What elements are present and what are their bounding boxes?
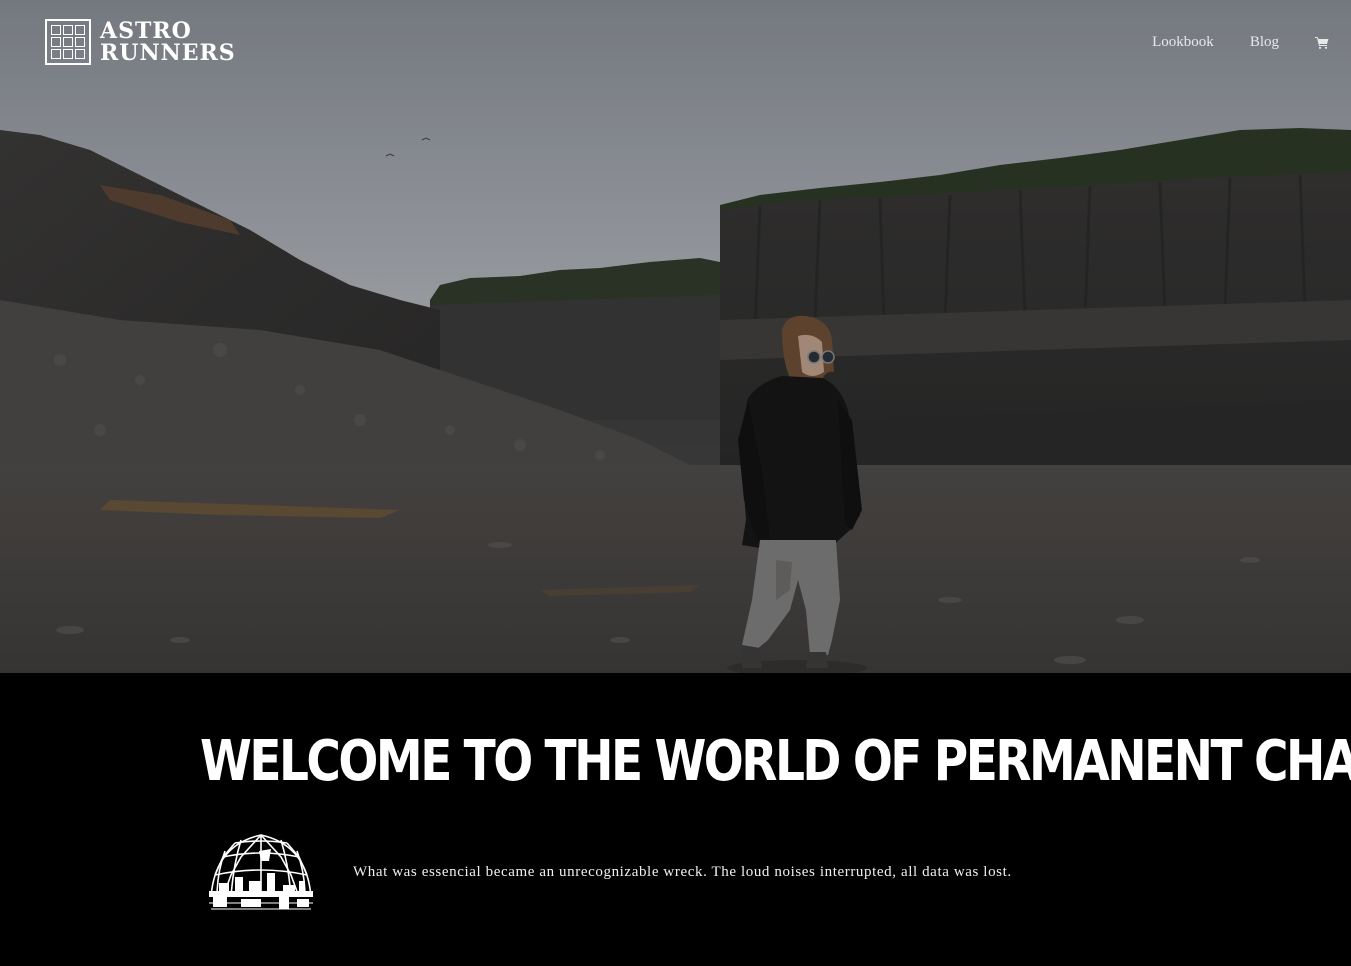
page: ASTRO RUNNERS Lookbook Blog Welcome to t… (0, 0, 1351, 966)
nav-link-lookbook[interactable]: Lookbook (1152, 34, 1214, 51)
grid-window-icon (45, 19, 91, 65)
brand-logo-link[interactable]: ASTRO RUNNERS (45, 19, 236, 65)
nav-link-blog[interactable]: Blog (1250, 34, 1279, 51)
main-nav: Lookbook Blog (1152, 34, 1329, 51)
hero-section: ASTRO RUNNERS Lookbook Blog (0, 0, 1351, 673)
brand-line-1: ASTRO (100, 18, 192, 44)
cart-button[interactable] (1315, 36, 1329, 49)
hero-image (0, 0, 1351, 673)
page-headline: Welcome to the world of permanent change (200, 729, 1351, 794)
intro-section: Welcome to the world of permanent change (0, 673, 1351, 966)
shopping-cart-icon (1315, 37, 1329, 49)
geodesic-dome-icon (209, 834, 313, 910)
intro-text: What was essencial became an unrecogniza… (353, 864, 1012, 880)
brand-line-2: RUNNERS (100, 40, 236, 66)
site-header: ASTRO RUNNERS Lookbook Blog (0, 0, 1351, 90)
brand-wordmark: ASTRO RUNNERS (100, 20, 236, 64)
